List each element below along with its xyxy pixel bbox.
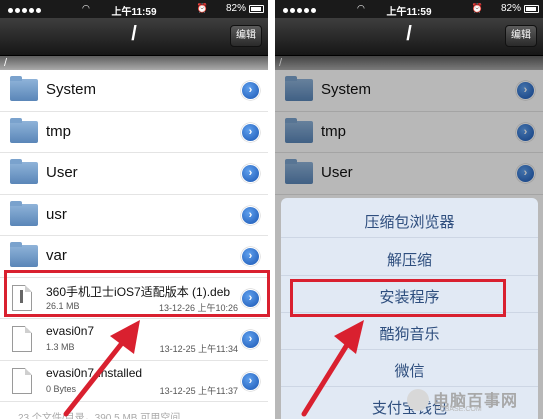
file-name: System <box>46 81 97 98</box>
edit-button[interactable]: 编辑 <box>230 25 262 47</box>
sheet-item-installer[interactable]: 安装程序 <box>281 283 538 313</box>
nav-title: / <box>131 23 137 45</box>
file-name: evasi0n7 <box>46 324 95 338</box>
action-sheet: 压缩包浏览器 解压缩 安装程序 酷狗音乐 微信 支付宝钱包 <box>281 198 538 419</box>
detail-disclosure-icon[interactable]: › <box>241 164 260 183</box>
nav-bar: / 编辑 <box>0 18 268 56</box>
file-name: var <box>46 247 67 264</box>
watermark-logo-icon <box>407 389 429 411</box>
detail-disclosure-icon[interactable]: › <box>241 330 260 349</box>
folder-icon <box>10 159 38 184</box>
detail-disclosure-icon[interactable]: › <box>241 205 260 225</box>
list-item[interactable]: usr › <box>0 194 268 236</box>
battery-icon <box>249 5 264 13</box>
sheet-item-wechat[interactable]: 微信 <box>281 357 538 387</box>
battery-percent: 82% <box>500 3 521 14</box>
alarm-icon: ⏰ <box>196 3 208 13</box>
deb-file-icon <box>12 284 32 311</box>
file-date: 13-12-26 上午10:26 <box>158 302 238 313</box>
folder-icon <box>10 117 38 143</box>
folder-icon <box>10 242 38 267</box>
file-list: System › tmp › User › usr › var › 360手机卫… <box>0 70 268 402</box>
nav-title: / <box>406 23 412 45</box>
battery-percent: 82% <box>225 3 246 14</box>
list-item[interactable]: System › <box>0 70 268 112</box>
file-date: 13-12-25 上午11:34 <box>159 344 238 354</box>
path-bar: / <box>0 56 268 70</box>
battery-icon <box>524 5 539 13</box>
right-screen: ◠ 上午11:59 ⏰ 82% / 编辑 / System › tmp › Us… <box>275 0 543 419</box>
nav-bar: / 编辑 <box>275 18 543 56</box>
list-item[interactable]: evasi0n7 1.3 MB 13-12-25 上午11:34 › <box>0 319 268 361</box>
detail-disclosure-icon[interactable]: › <box>241 122 260 142</box>
file-name: 360手机卫士iOS7适配版本 (1).deb <box>46 284 231 299</box>
file-name: tmp <box>46 122 72 140</box>
file-date: 13-12-25 上午11:37 <box>159 385 238 396</box>
folder-icon <box>10 200 38 226</box>
list-item[interactable]: User › <box>0 153 268 195</box>
detail-disclosure-icon[interactable]: › <box>241 288 260 308</box>
watermark: 电脑百事网 PCBASE.COM <box>407 387 537 417</box>
file-size: 26.1 MB <box>46 300 80 311</box>
file-name: User <box>46 164 78 181</box>
detail-disclosure-icon[interactable]: › <box>241 247 260 266</box>
file-icon <box>12 367 32 394</box>
folder-icon <box>10 76 38 101</box>
file-name: evasi0n7-installed <box>46 365 143 380</box>
path-text: / <box>4 57 8 69</box>
watermark-subtext: PCBASE.COM <box>435 406 482 413</box>
screen-divider <box>268 0 275 419</box>
file-size: 1.3 MB <box>46 342 75 352</box>
alarm-icon: ⏰ <box>471 3 483 13</box>
list-item[interactable]: evasi0n7-installed 0 Bytes 13-12-25 上午11… <box>0 360 268 402</box>
file-name: usr <box>46 205 67 223</box>
sheet-item-extract[interactable]: 解压缩 <box>281 246 538 276</box>
status-bar: ◠ 上午11:59 ⏰ 82% <box>0 0 268 18</box>
left-screen: ◠ 上午11:59 ⏰ 82% / 编辑 / System › tmp › Us… <box>0 0 268 419</box>
detail-disclosure-icon[interactable]: › <box>241 371 260 391</box>
file-size: 0 Bytes <box>46 383 77 394</box>
list-item[interactable]: var › <box>0 236 268 278</box>
sheet-item-kugou-music[interactable]: 酷狗音乐 <box>281 320 538 350</box>
footer-status: 23 个文件/目录，390.5 MB 可用空间 <box>18 413 181 419</box>
detail-disclosure-icon[interactable]: › <box>241 81 260 100</box>
sheet-item-archive-browser[interactable]: 压缩包浏览器 <box>281 208 538 238</box>
edit-button[interactable]: 编辑 <box>505 25 537 47</box>
status-bar: ◠ 上午11:59 ⏰ 82% <box>275 0 543 18</box>
file-icon <box>12 326 32 352</box>
list-item[interactable]: 360手机卫士iOS7适配版本 (1).deb 26.1 MB 13-12-26… <box>0 277 268 319</box>
list-item[interactable]: tmp › <box>0 111 268 153</box>
